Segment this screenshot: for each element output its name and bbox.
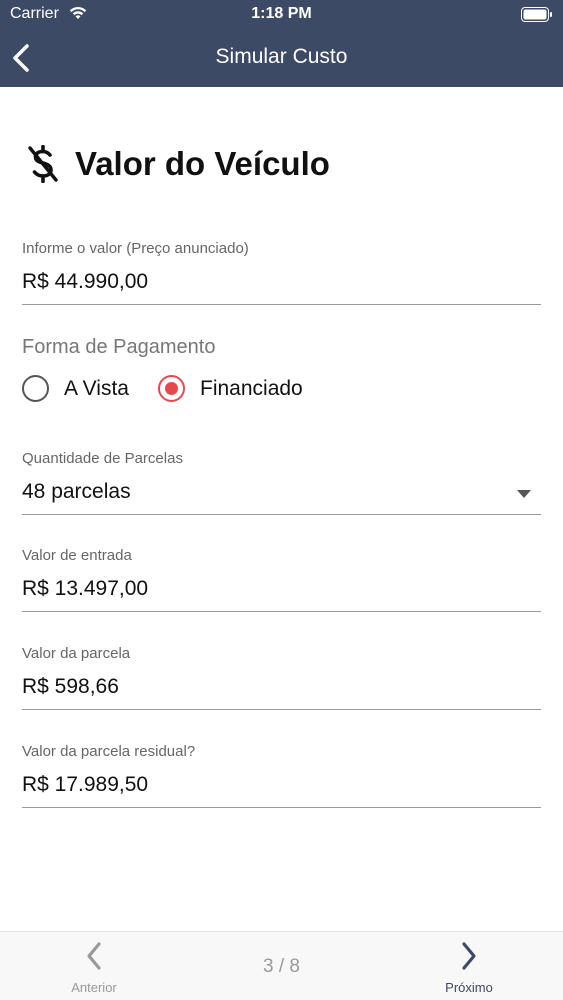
status-time: 1:18 PM [251,5,312,22]
next-button[interactable]: Próximo [436,940,502,995]
dollar-icon [28,145,58,183]
radio-financiado[interactable]: Financiado [158,375,303,402]
installment-value-underline [22,709,541,710]
installment-value-input[interactable]: R$ 598,66 [22,675,541,703]
section-title: Valor do Veículo [75,145,330,182]
residual-input[interactable]: R$ 17.989,50 [22,773,541,801]
payment-method-group: Forma de Pagamento A Vista Financiado [22,336,541,402]
installment-value-field[interactable]: Valor da parcela R$ 598,66 [22,645,541,711]
bottom-navigation: Anterior 3 / 8 Próximo [0,931,563,1000]
radio-financiado-label[interactable]: Financiado [200,377,303,401]
radio-a-vista-label[interactable]: A Vista [64,377,129,401]
price-label: Informe o valor (Preço anunciado) [22,240,249,257]
radio-selected-icon[interactable] [158,375,185,402]
chevron-right-icon[interactable] [459,940,479,972]
down-payment-field[interactable]: Valor de entrada R$ 13.497,00 [22,547,541,613]
previous-label[interactable]: Anterior [62,980,126,995]
navigation-bar: Simular Custo [0,30,563,87]
battery-icon [521,7,552,22]
installments-value[interactable]: 48 parcelas [22,480,541,508]
dropdown-arrow-icon[interactable] [517,490,531,498]
residual-field[interactable]: Valor da parcela residual? R$ 17.989,50 [22,743,541,809]
installments-underline [22,514,541,515]
radio-circle-icon[interactable] [22,375,49,402]
payment-method-label: Forma de Pagamento [22,336,216,358]
price-input[interactable]: R$ 44.990,00 [22,270,541,298]
residual-label: Valor da parcela residual? [22,743,196,760]
radio-a-vista[interactable]: A Vista [22,375,129,402]
page-title: Simular Custo [215,45,348,68]
installments-label: Quantidade de Parcelas [22,450,183,467]
next-label[interactable]: Próximo [436,980,502,995]
installments-select[interactable]: Quantidade de Parcelas 48 parcelas [22,450,541,516]
price-underline [22,304,541,305]
residual-underline [22,807,541,808]
down-payment-underline [22,611,541,612]
down-payment-input[interactable]: R$ 13.497,00 [22,577,541,605]
installment-value-label: Valor da parcela [22,645,131,662]
down-payment-label: Valor de entrada [22,547,132,564]
status-bar: Carrier 1:18 PM [0,0,563,30]
price-field[interactable]: Informe o valor (Preço anunciado) R$ 44.… [22,240,541,306]
